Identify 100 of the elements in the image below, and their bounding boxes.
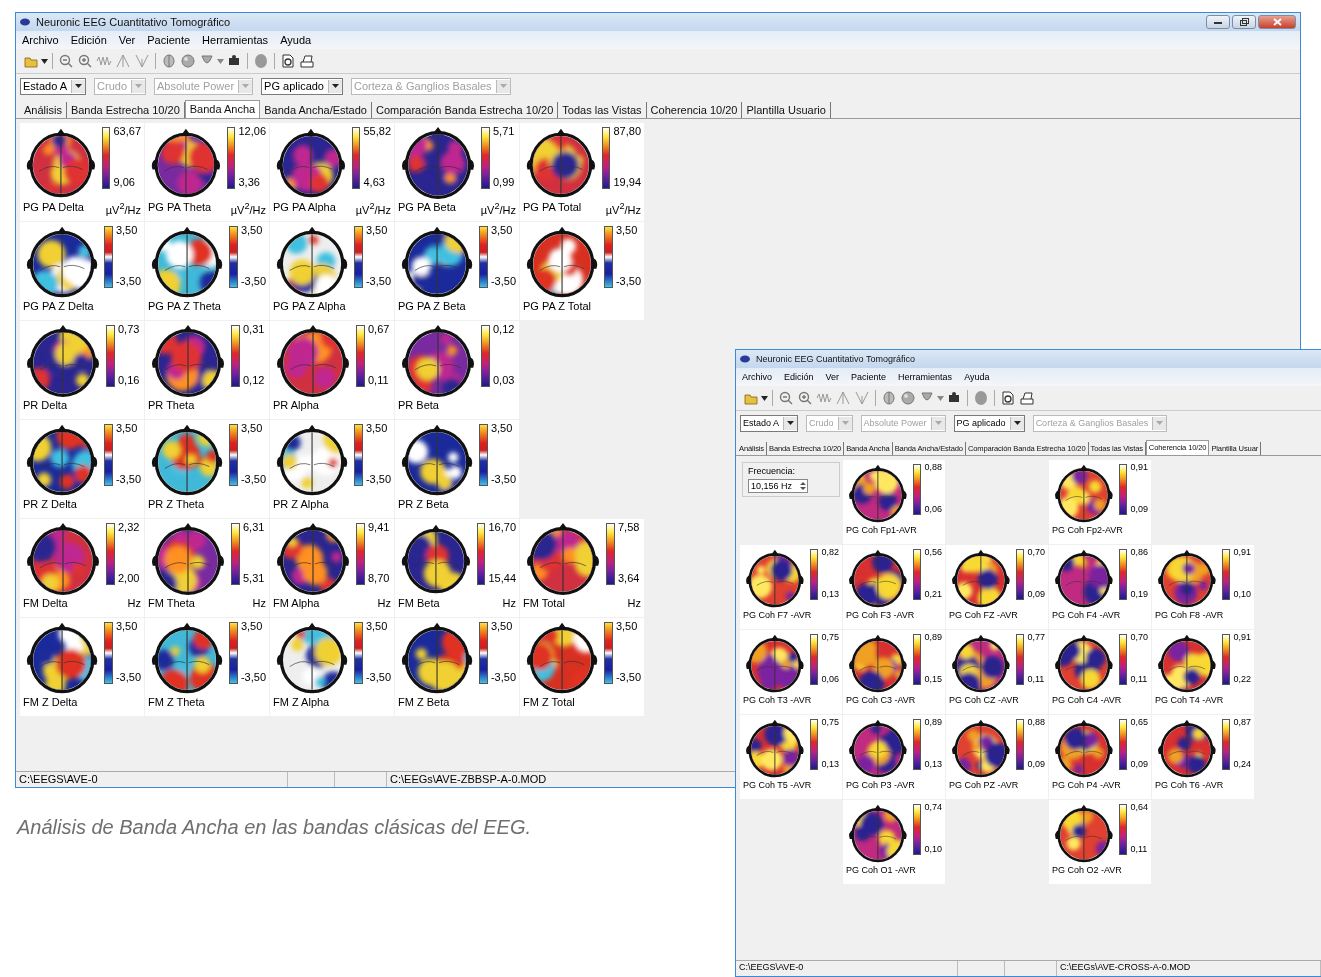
map-label: PR Delta <box>23 399 68 412</box>
unit-label: Hz <box>252 597 266 610</box>
scale-min-value: -3,50 <box>240 672 266 684</box>
zoom-in-icon[interactable] <box>796 389 814 407</box>
tab[interactable]: Análisis <box>20 102 67 118</box>
printer-icon[interactable] <box>298 52 316 70</box>
scale-min-value: -3,50 <box>615 276 641 288</box>
menu-item[interactable]: Ayuda <box>280 34 312 46</box>
menu-item[interactable]: Ayuda <box>964 372 990 382</box>
scale-max-value: 6,31 <box>243 522 265 533</box>
tab[interactable]: Banda Ancha <box>184 100 261 118</box>
color-scale-bar <box>476 523 486 586</box>
app-logo-icon <box>740 355 750 363</box>
brain-map-drawing <box>949 548 1013 610</box>
brain-map-drawing <box>846 463 910 525</box>
tab[interactable]: Banda Ancha/Estado <box>260 102 372 118</box>
blob-icon[interactable] <box>252 52 270 70</box>
minimize-icon <box>1214 20 1222 24</box>
figure-caption: Análisis de Banda Ancha en las bandas clásicas del EEG. <box>17 816 531 839</box>
spin-arrows-icon[interactable] <box>799 480 807 492</box>
unit-label: µV$^{2}$/Hz <box>605 201 641 216</box>
menu-item[interactable]: Edición <box>70 34 107 46</box>
scale-min-value: -3,50 <box>115 474 141 486</box>
color-scale-bar <box>1118 634 1128 686</box>
tab[interactable]: Comparación Banda Estrecha 10/20 <box>371 102 559 118</box>
scale-min-value: 0,24 <box>1233 760 1251 770</box>
dropdown[interactable]: Estado A <box>20 77 87 95</box>
zoom-in-icon[interactable] <box>76 52 94 70</box>
tab[interactable]: Banda Estrecha 10/20 <box>66 102 185 118</box>
close-button[interactable] <box>1258 15 1296 29</box>
tab[interactable]: Todas las Vistas <box>558 102 647 118</box>
menu-item[interactable]: Ver <box>118 34 136 46</box>
caret-icon[interactable] <box>761 395 768 401</box>
menu-item[interactable]: Edición <box>784 372 814 382</box>
scale-min-value: -3,50 <box>115 276 141 288</box>
scale-max-value: 0,70 <box>1130 633 1148 642</box>
scale-max-value: 3,50 <box>365 423 389 434</box>
scale-min-value: 0,11 <box>368 375 390 387</box>
scale-max-value: 0,74 <box>924 803 942 812</box>
dropdown[interactable]: PG aplicado <box>261 77 343 95</box>
scale-min-value: 0,09 <box>1027 590 1045 600</box>
print-preview-icon[interactable] <box>999 389 1017 407</box>
brain-map-drawing <box>743 548 807 610</box>
window-title: Neuronic EEG Cuantitativo Tomográfico <box>756 354 916 364</box>
menu-item[interactable]: Herramientas <box>898 372 953 382</box>
menu-item[interactable]: Paciente <box>147 34 191 46</box>
scale-min-value: 0,03 <box>493 375 515 387</box>
scale-min-value: 0,09 <box>1130 505 1148 515</box>
brain-map-drawing <box>1155 633 1219 695</box>
map-label: PG PA Z Alpha <box>273 300 346 313</box>
map-label: PG Coh F3 -AVR <box>846 610 915 621</box>
scale-max-value: 0,75 <box>821 633 839 642</box>
caret-icon[interactable] <box>41 58 48 64</box>
dropdown[interactable]: PG aplicado <box>953 414 1025 432</box>
scale-max-value: 3,50 <box>115 423 139 434</box>
menu-item[interactable]: Archivo <box>742 372 772 382</box>
color-scale-bar <box>1221 634 1231 686</box>
tab[interactable]: Plantilla Usuario <box>742 102 831 118</box>
map-label: PR Alpha <box>273 399 319 412</box>
brain-map-drawing <box>1155 548 1219 610</box>
scale-min-value: 0,99 <box>493 177 515 189</box>
brain-map-drawing <box>1052 548 1116 610</box>
menu-item[interactable]: Paciente <box>851 372 887 382</box>
menu-item[interactable]: Ver <box>825 372 840 382</box>
blob-icon[interactable] <box>972 389 990 407</box>
sphere-icon[interactable] <box>179 52 197 70</box>
scale-min-value: 0,22 <box>1233 675 1251 685</box>
minimize-button[interactable] <box>1206 15 1230 29</box>
zoom-out-icon[interactable] <box>777 389 795 407</box>
brain-icon[interactable] <box>880 389 898 407</box>
restore-button[interactable] <box>1232 15 1256 29</box>
printer-icon[interactable] <box>1018 389 1036 407</box>
sphere-icon[interactable] <box>899 389 917 407</box>
menu-item[interactable]: Herramientas <box>202 34 269 46</box>
downward-spike-icon[interactable] <box>853 389 871 407</box>
print-preview-icon[interactable] <box>279 52 297 70</box>
scale-max-value: 3,50 <box>365 621 389 632</box>
upward-spike-icon[interactable] <box>834 389 852 407</box>
upward-spike-icon[interactable] <box>114 52 132 70</box>
scale-min-value: 0,15 <box>924 675 942 685</box>
scale-max-value: 0,70 <box>1027 548 1045 557</box>
scale-max-value: 0,82 <box>821 548 839 557</box>
downward-spike-icon[interactable] <box>133 52 151 70</box>
zoom-out-icon[interactable] <box>57 52 75 70</box>
map-label: PG PA Theta <box>148 201 212 216</box>
scale-min-value: -3,50 <box>365 474 391 486</box>
scale-min-value: 3,36 <box>238 177 261 189</box>
menu-item[interactable]: Archivo <box>22 34 59 46</box>
scale-min-value: 8,70 <box>368 573 390 585</box>
scale-min-value: 0,19 <box>1130 590 1148 600</box>
tab[interactable]: Coherencia 10/20 <box>646 102 743 118</box>
frequency-spin-field[interactable]: 10,156 Hz <box>748 479 808 493</box>
color-scale-bar <box>104 424 113 487</box>
color-scale-bar <box>354 226 363 289</box>
dropdown[interactable]: Estado A <box>740 414 799 432</box>
scale-max-value: 0,91 <box>1233 633 1251 642</box>
brain-map-drawing <box>949 633 1013 695</box>
brain-icon[interactable] <box>160 52 178 70</box>
map-label: PG Coh C4 -AVR <box>1052 695 1122 706</box>
scale-max-value: 3,50 <box>240 225 264 236</box>
